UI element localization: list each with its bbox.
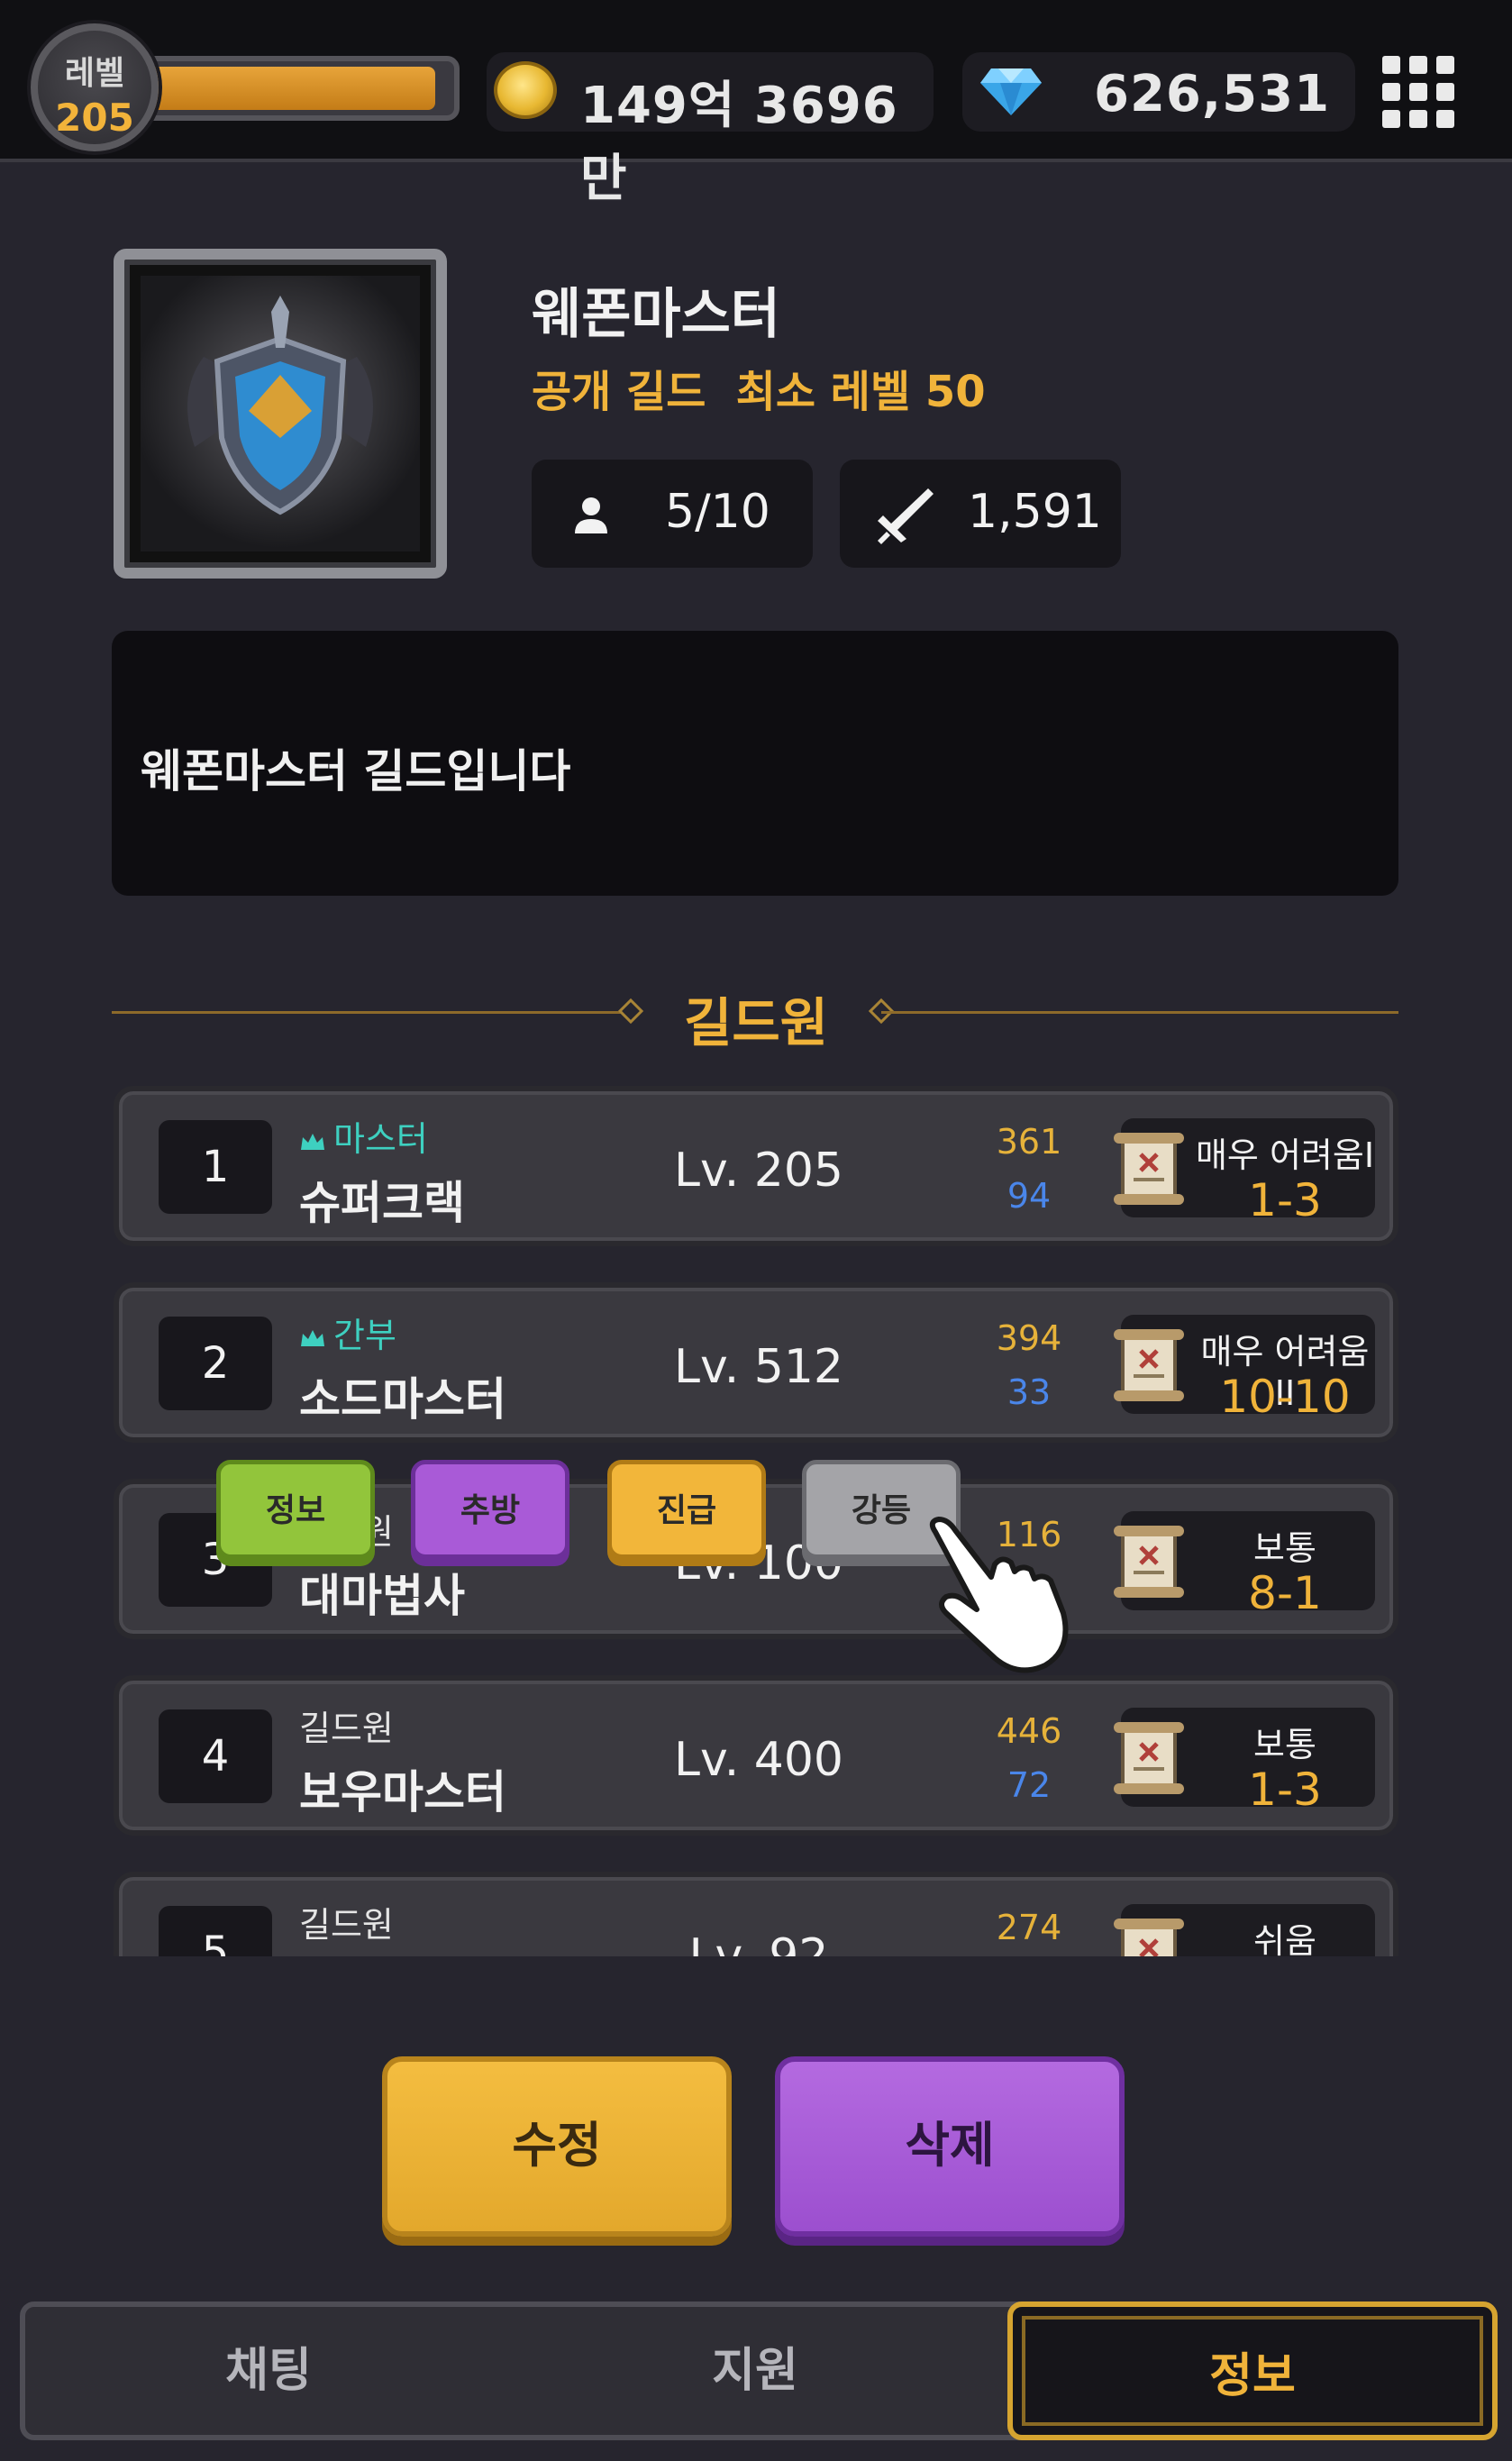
member-role: 마스터	[299, 1111, 428, 1161]
member-stat-blue: 33	[1006, 1372, 1052, 1412]
difficulty-stage: 1-3	[1248, 1174, 1322, 1226]
member-level: Lv. 92	[688, 1929, 829, 1956]
member-level: Lv. 512	[673, 1340, 844, 1394]
member-role-label: 마스터	[333, 1119, 428, 1159]
member-role: 길드원	[299, 1700, 394, 1750]
crown-icon	[301, 1133, 324, 1150]
section-divider-right	[881, 1011, 1398, 1014]
gold-amount: 149억 3696만	[580, 77, 898, 208]
guild-subtitle: 공개 길드 최소 레벨 50	[532, 367, 986, 417]
guild-emblem-frame	[114, 249, 447, 579]
guild-emblem	[141, 276, 420, 551]
promote-member-button[interactable]: 진급	[607, 1460, 766, 1559]
difficulty-name: 쉬움	[1253, 1921, 1316, 1956]
grid-menu-icon[interactable]	[1382, 56, 1456, 130]
member-info-button[interactable]: 정보	[216, 1460, 375, 1559]
member-row[interactable]: 5 길드원 Lv. 92 274 쉬움	[114, 1872, 1398, 1956]
member-stat-gold: 394	[996, 1318, 1062, 1358]
scroll-icon	[1114, 1329, 1184, 1401]
delete-guild-button[interactable]: 삭제	[775, 2056, 1125, 2237]
member-rank: 1	[159, 1120, 272, 1214]
player-level-badge[interactable]: 레벨 205	[31, 23, 159, 151]
level-value: 205	[55, 96, 134, 140]
member-rank: 2	[159, 1317, 272, 1410]
xp-bar-fill	[144, 67, 435, 110]
difficulty-stage: 1-3	[1248, 1764, 1322, 1816]
gold-coin-icon	[494, 61, 557, 119]
guild-description-box: 웨폰마스터 길드입니다	[112, 631, 1398, 896]
scroll-icon	[1114, 1526, 1184, 1598]
level-label: 레벨	[64, 55, 125, 92]
member-name: 보우마스터	[299, 1766, 506, 1818]
diamond-icon	[980, 68, 1042, 115]
difficulty-name: 보통	[1253, 1528, 1316, 1568]
difficulty-name: 보통	[1253, 1725, 1316, 1764]
pointing-hand-icon	[929, 1517, 1069, 1673]
member-stat-blue: 72	[1006, 1765, 1052, 1805]
scroll-icon	[1114, 1722, 1184, 1794]
member-stat-gold: 361	[996, 1122, 1062, 1162]
member-name: 대마법사	[299, 1570, 465, 1622]
member-role-label: 길드원	[299, 1709, 394, 1748]
member-stat-gold: 274	[996, 1908, 1062, 1947]
crown-icon	[301, 1329, 324, 1346]
guild-power-box: 1,591	[840, 460, 1121, 568]
gem-counter[interactable]: 626,531	[962, 52, 1355, 132]
member-role: 간부	[299, 1308, 396, 1357]
member-stat-gold: 446	[996, 1711, 1062, 1751]
member-count: 5/10	[665, 485, 770, 539]
member-level: Lv. 205	[673, 1144, 844, 1198]
edit-guild-button[interactable]: 수정	[382, 2056, 732, 2237]
member-rank: 5	[159, 1906, 272, 1956]
members-section-title: 길드원	[683, 992, 829, 1053]
gem-amount: 626,531	[1094, 65, 1331, 123]
tab-info[interactable]: 정보	[1007, 2301, 1498, 2440]
difficulty-stage: 8-1	[1248, 1567, 1322, 1619]
difficulty-name: 매우 어려움I	[1195, 1135, 1375, 1175]
guild-name: 웨폰마스터	[532, 283, 780, 346]
gold-counter[interactable]: 149억 3696만	[487, 52, 934, 208]
guild-power: 1,591	[968, 485, 1102, 539]
member-stat-blue: 94	[1006, 1176, 1052, 1216]
member-row[interactable]: 1 마스터슈퍼크랙 Lv. 205 361 94 매우 어려움I 1-3	[114, 1086, 1398, 1246]
sword-icon	[878, 488, 934, 544]
member-role-label: 길드원	[299, 1905, 394, 1945]
xp-bar	[135, 56, 460, 121]
tab-support[interactable]: 지원	[512, 2307, 998, 2435]
top-status-bar: 레벨 205 149억 3696만 626,531	[0, 0, 1512, 208]
member-row[interactable]: 4 길드원보우마스터 Lv. 400 446 72 보통 1-3	[114, 1675, 1398, 1836]
kick-member-button[interactable]: 추방	[411, 1460, 569, 1559]
member-count-box: 5/10	[532, 460, 813, 568]
scroll-icon	[1114, 1919, 1184, 1956]
person-icon	[575, 497, 607, 533]
difficulty-stage: 10-10	[1219, 1371, 1351, 1423]
member-row[interactable]: 2 간부 소드마스터 Lv. 512 394 33 매우 어려움II 10-10	[114, 1282, 1398, 1443]
member-level: Lv. 400	[673, 1733, 844, 1787]
member-rank: 4	[159, 1709, 272, 1803]
guild-shield-icon	[187, 296, 373, 515]
guild-description: 웨폰마스터 길드입니다	[141, 745, 571, 798]
tab-chat[interactable]: 채팅	[25, 2307, 512, 2435]
member-name: 소드마스터	[299, 1373, 506, 1426]
bottom-tab-bar: 채팅 지원 정보	[20, 2301, 1498, 2440]
scroll-icon	[1114, 1133, 1184, 1205]
member-name: 슈퍼크랙	[299, 1177, 465, 1229]
member-role-label: 간부	[333, 1316, 396, 1355]
member-role: 길드원	[299, 1897, 394, 1946]
